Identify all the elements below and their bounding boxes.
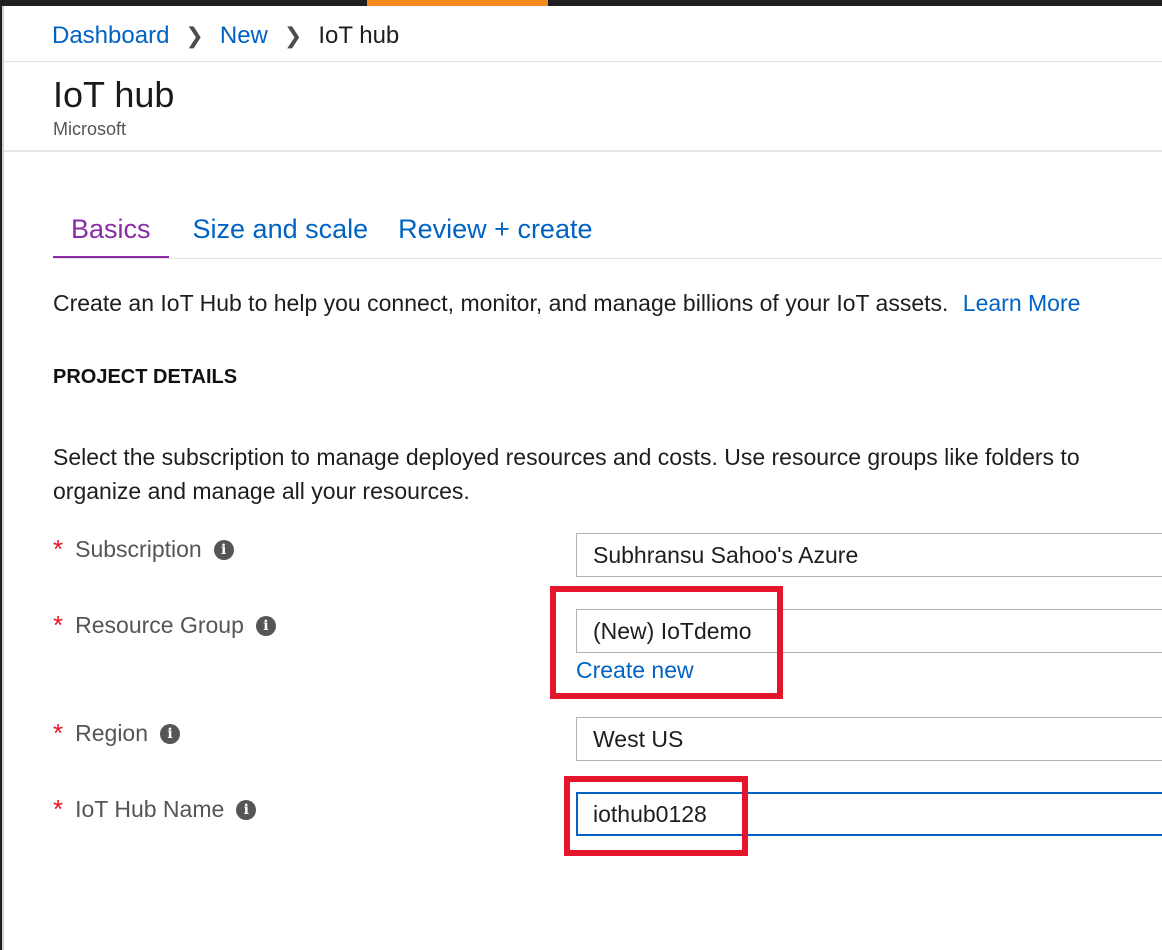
top-bar-accent: [367, 0, 548, 6]
tab-size-and-scale[interactable]: Size and scale: [193, 210, 369, 255]
learn-more-link[interactable]: Learn More: [963, 290, 1081, 316]
intro-description: Create an IoT Hub to help you connect, m…: [53, 290, 949, 316]
region-label: * Region i: [53, 718, 181, 749]
required-asterisk: *: [53, 718, 64, 748]
divider: [4, 61, 1162, 62]
breadcrumb-dashboard[interactable]: Dashboard: [52, 22, 169, 50]
tab-basics[interactable]: Basics: [53, 210, 169, 259]
region-select[interactable]: West US: [576, 717, 1162, 761]
section-description: Select the subscription to manage deploy…: [53, 444, 1080, 504]
subscription-value: Subhransu Sahoo's Azure: [593, 541, 859, 568]
resource-group-label-text: Resource Group: [75, 612, 244, 638]
subscription-label-text: Subscription: [75, 536, 202, 562]
breadcrumb-current: IoT hub: [318, 22, 400, 49]
breadcrumb-new[interactable]: New: [220, 22, 268, 50]
left-border-gray: [2, 6, 4, 950]
divider: [4, 150, 1162, 152]
highlight-box: [564, 776, 748, 856]
region-label-text: Region: [75, 720, 149, 746]
breadcrumb: Dashboard ❯ New ❯ IoT hub: [52, 20, 399, 52]
info-icon[interactable]: i: [236, 799, 257, 820]
tab-review-create[interactable]: Review + create: [398, 210, 592, 255]
highlight-box: [550, 586, 783, 699]
required-asterisk: *: [53, 794, 64, 824]
page-subtitle: Microsoft: [53, 119, 127, 139]
tab-underline: [53, 258, 1162, 259]
info-icon[interactable]: i: [160, 723, 181, 744]
page-title: IoT hub: [53, 74, 175, 115]
tab-bar: Basics Size and scale Review + create: [53, 210, 622, 259]
hub-name-label-text: IoT Hub Name: [75, 796, 225, 822]
info-icon[interactable]: i: [255, 615, 276, 636]
region-value: West US: [593, 725, 684, 752]
info-icon[interactable]: i: [213, 539, 234, 560]
chevron-right-icon: ❯: [283, 23, 303, 48]
intro-text: Create an IoT Hub to help you connect, m…: [53, 290, 1080, 317]
chevron-right-icon: ❯: [185, 23, 204, 48]
required-asterisk: *: [53, 534, 64, 564]
hub-name-label: * IoT Hub Name i: [53, 794, 257, 825]
top-bar: [0, 0, 1162, 6]
section-heading: PROJECT DETAILS: [53, 366, 238, 388]
subscription-label: * Subscription i: [53, 534, 234, 565]
resource-group-label: * Resource Group i: [53, 610, 276, 641]
required-asterisk: *: [53, 610, 64, 640]
subscription-select[interactable]: Subhransu Sahoo's Azure: [576, 533, 1162, 577]
